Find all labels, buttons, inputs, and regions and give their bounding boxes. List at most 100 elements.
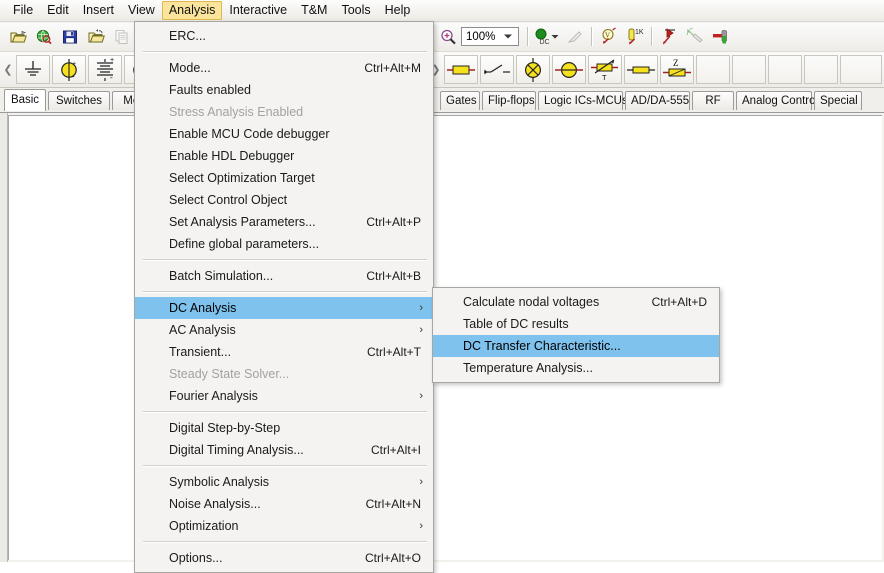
menu-item-label: Select Optimization Target <box>169 171 315 185</box>
palette-empty-slot[interactable] <box>840 55 882 84</box>
svg-text:T: T <box>602 73 607 82</box>
menu-item-label: DC Transfer Characteristic... <box>463 339 621 353</box>
menu-item-label: Temperature Analysis... <box>463 361 593 375</box>
menu-item-label: Faults enabled <box>169 83 252 97</box>
menubar-item-label: Insert <box>82 3 114 17</box>
submenuitem-table-of-dc-results[interactable]: Table of DC results <box>433 313 719 335</box>
submenuitem-temperature-analysis[interactable]: Temperature Analysis... <box>433 357 719 379</box>
menu-item-label: Transient... <box>169 345 232 359</box>
menuitem-symbolic-analysis[interactable]: Symbolic Analysis › <box>135 471 433 493</box>
menubar-analysis[interactable]: Analysis <box>161 1 223 20</box>
motor-icon[interactable] <box>552 55 586 84</box>
menuitem-fourier-analysis[interactable]: Fourier Analysis › <box>135 385 433 407</box>
palette-empty-slot[interactable] <box>732 55 766 84</box>
menuitem-faults-enabled[interactable]: Faults enabled <box>135 79 433 101</box>
analysis-dropdown-menu[interactable]: ERC... Mode... Ctrl+Alt+M Faults enabled Str… <box>134 21 434 573</box>
canvas-left-gutter <box>0 113 8 562</box>
chevron-right-icon: › <box>419 324 423 336</box>
impedance-icon[interactable]: Z <box>660 55 694 84</box>
menubar-insert[interactable]: Insert <box>76 1 121 20</box>
main-toolbar: 100% DC V 1K <box>0 23 884 52</box>
open-folder-icon[interactable] <box>6 25 30 49</box>
submenuitem-dc-transfer-characteristic[interactable]: DC Transfer Characteristic... <box>433 335 719 357</box>
menuitem-dc-analysis[interactable]: DC Analysis › <box>135 297 433 319</box>
menubar-tm[interactable]: T&M <box>294 1 334 20</box>
menuitem-mode[interactable]: Mode... Ctrl+Alt+M <box>135 57 433 79</box>
menuitem-enable-hdl-debugger[interactable]: Enable HDL Debugger <box>135 145 433 167</box>
pin-icon[interactable] <box>709 25 733 49</box>
save-icon[interactable] <box>58 25 82 49</box>
menubar-tools[interactable]: Tools <box>334 1 377 20</box>
ground-icon[interactable] <box>16 55 50 84</box>
tab-basic[interactable]: Basic <box>4 89 46 111</box>
tab-switches[interactable]: Switches <box>48 91 110 110</box>
menu-item-label: Set Analysis Parameters... <box>169 215 316 229</box>
submenuitem-calculate-nodal-voltages[interactable]: Calculate nodal voltages Ctrl+Alt+D <box>433 291 719 313</box>
menu-item-label: Table of DC results <box>463 317 569 331</box>
tab-special[interactable]: Special <box>814 91 862 110</box>
zoom-in-icon[interactable] <box>436 25 460 49</box>
dc-source-dropdown-arrow[interactable] <box>549 25 561 49</box>
menubar-interactive[interactable]: Interactive <box>222 1 294 20</box>
menuitem-enable-mcu-code-debugger[interactable]: Enable MCU Code debugger <box>135 123 433 145</box>
menuitem-transient[interactable]: Transient... Ctrl+Alt+T <box>135 341 433 363</box>
menu-item-shortcut: Ctrl+Alt+N <box>365 497 421 511</box>
menubar-help[interactable]: Help <box>378 1 418 20</box>
chevron-left-icon[interactable]: ❮ <box>2 55 14 84</box>
dc-voltage-source-icon[interactable]: + - <box>52 55 86 84</box>
variable-resistor-icon[interactable]: T <box>588 55 622 84</box>
svg-text:Z: Z <box>673 58 679 68</box>
diode-arrow-icon[interactable] <box>657 25 681 49</box>
open-web-icon[interactable] <box>32 25 56 49</box>
menuitem-digital-timing-analysis[interactable]: Digital Timing Analysis... Ctrl+Alt+I <box>135 439 433 461</box>
menu-item-label: Calculate nodal voltages <box>463 295 600 309</box>
tab-ad-da-555[interactable]: AD/DA-555 <box>625 91 690 110</box>
menuitem-steady-state-solver: Steady State Solver... <box>135 363 433 385</box>
palette-empty-slot[interactable] <box>768 55 802 84</box>
menu-item-label: Noise Analysis... <box>169 497 261 511</box>
menubar-file[interactable]: File <box>6 1 40 20</box>
menuitem-erc[interactable]: ERC... <box>135 25 433 47</box>
menubar-item-label: Interactive <box>229 3 288 17</box>
menuitem-digital-step-by-step[interactable]: Digital Step-by-Step <box>135 417 433 439</box>
tab-flip-flops[interactable]: Flip-flops <box>482 91 536 110</box>
component-toolbar: ❮ + - + - ❯ T Z <box>0 52 884 88</box>
switch-icon[interactable] <box>480 55 514 84</box>
palette-empty-slot[interactable] <box>804 55 838 84</box>
resistance-probe-icon[interactable]: 1K <box>623 25 647 49</box>
resistor-icon[interactable] <box>444 55 478 84</box>
tab-rf[interactable]: RF <box>692 91 734 110</box>
menuitem-options[interactable]: Options... Ctrl+Alt+O <box>135 547 433 569</box>
menu-item-label: Symbolic Analysis <box>169 475 270 489</box>
zoom-level-combo[interactable]: 100% <box>461 27 519 46</box>
menu-item-label: Define global parameters... <box>169 237 320 251</box>
lamp-icon[interactable] <box>516 55 550 84</box>
menuitem-set-analysis-parameters[interactable]: Set Analysis Parameters... Ctrl+Alt+P <box>135 211 433 233</box>
menubar-edit[interactable]: Edit <box>40 1 76 20</box>
menuitem-define-global-parameters[interactable]: Define global parameters... <box>135 233 433 255</box>
menu-item-shortcut: Ctrl+Alt+D <box>651 295 707 309</box>
menu-separator <box>143 51 427 53</box>
voltmeter-probe-icon[interactable]: V <box>597 25 621 49</box>
tab-analog-control[interactable]: Analog Control <box>736 91 818 110</box>
menu-item-label: Enable MCU Code debugger <box>169 127 330 141</box>
palette-empty-slot[interactable] <box>696 55 730 84</box>
menu-item-label: DC Analysis <box>169 301 237 315</box>
chevron-right-icon: › <box>419 476 423 488</box>
tab-logic-ics-mcus[interactable]: Logic ICs-MCUs <box>538 91 628 110</box>
menuitem-ac-analysis[interactable]: AC Analysis › <box>135 319 433 341</box>
menuitem-batch-simulation[interactable]: Batch Simulation... Ctrl+Alt+B <box>135 265 433 287</box>
fuse-icon[interactable] <box>624 55 658 84</box>
menuitem-select-optimization-target[interactable]: Select Optimization Target <box>135 167 433 189</box>
menu-item-label: Options... <box>169 551 223 565</box>
menu-item-label: Digital Step-by-Step <box>169 421 281 435</box>
menubar-view[interactable]: View <box>121 1 162 20</box>
battery-icon[interactable]: + - <box>88 55 122 84</box>
save-as-icon[interactable] <box>84 25 108 49</box>
dc-analysis-submenu[interactable]: Calculate nodal voltages Ctrl+Alt+D Table … <box>432 287 720 383</box>
menuitem-noise-analysis[interactable]: Noise Analysis... Ctrl+Alt+N <box>135 493 433 515</box>
menuitem-select-control-object[interactable]: Select Control Object <box>135 189 433 211</box>
menuitem-optimization[interactable]: Optimization › <box>135 515 433 537</box>
chevron-down-icon[interactable] <box>500 29 516 44</box>
tab-gates[interactable]: Gates <box>440 91 480 110</box>
